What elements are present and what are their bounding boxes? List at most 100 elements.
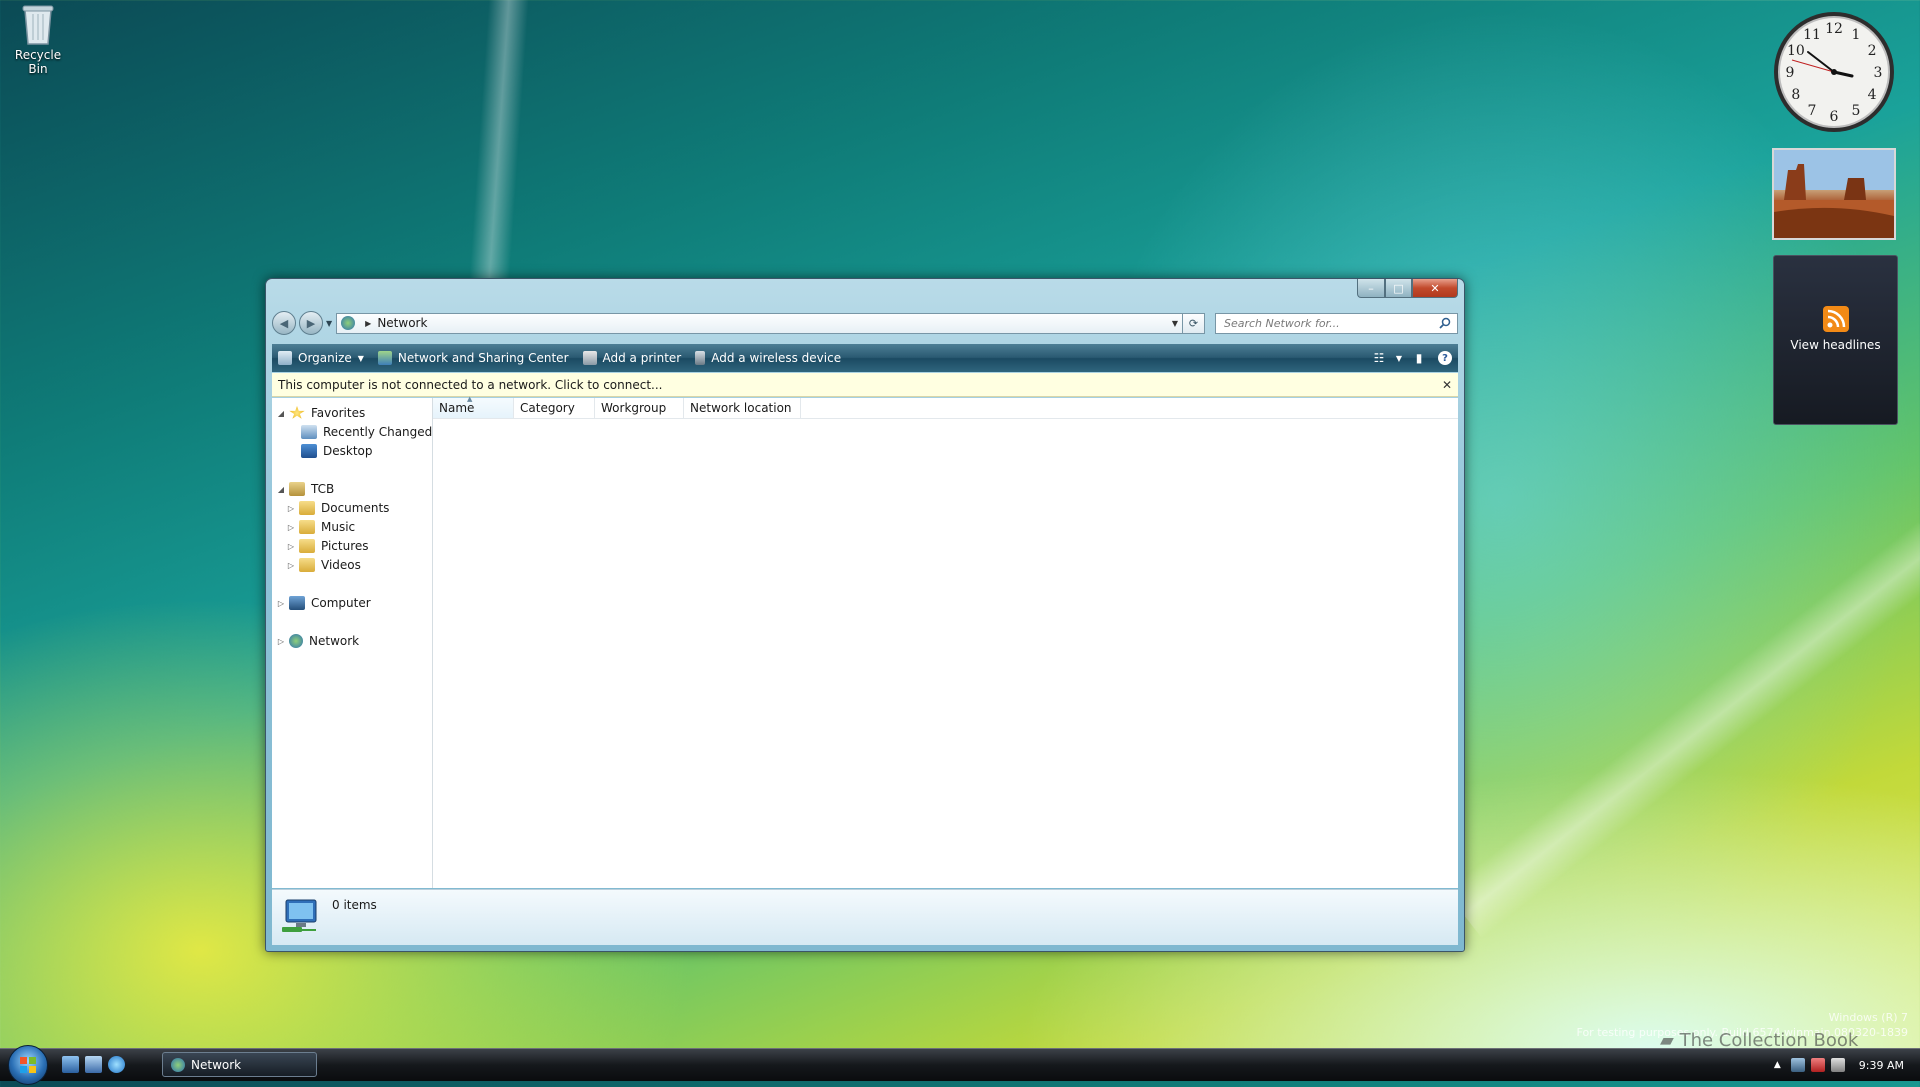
network-status-icon[interactable]: [1790, 1058, 1805, 1072]
breadcrumb-separator-icon[interactable]: ▶: [365, 319, 371, 328]
tree-item-network[interactable]: ▷ Network: [276, 634, 359, 648]
show-desktop-icon[interactable]: [62, 1056, 79, 1073]
expand-arrow-icon[interactable]: ▷: [286, 523, 296, 532]
details-pane: 0 items: [272, 889, 1458, 945]
tree-item-documents[interactable]: ▷ Documents: [286, 501, 389, 515]
address-bar[interactable]: ▶ Network ▼: [336, 312, 1183, 334]
column-header-network-location[interactable]: Network location: [684, 398, 801, 418]
view-headlines-label[interactable]: View headlines: [1774, 338, 1897, 352]
tree-item-music[interactable]: ▷ Music: [286, 520, 355, 534]
search-input[interactable]: [1222, 315, 1439, 331]
network-sharing-center-icon: [377, 351, 392, 365]
minimize-button[interactable]: –: [1357, 279, 1385, 298]
tree-item-desktop[interactable]: Desktop: [288, 444, 373, 458]
recycle-bin-label: Recycle Bin: [14, 48, 62, 76]
start-button[interactable]: [8, 1045, 48, 1085]
tree-item-videos[interactable]: ▷ Videos: [286, 558, 361, 572]
info-bar-message[interactable]: This computer is not connected to a netw…: [278, 378, 662, 392]
column-header-category[interactable]: Category: [514, 398, 595, 418]
rss-icon: [1822, 306, 1849, 332]
address-dropdown-icon[interactable]: ▼: [1172, 319, 1178, 328]
forward-button[interactable]: ▶: [299, 311, 323, 335]
views-button[interactable]: ☷: [1366, 347, 1392, 369]
help-button[interactable]: ?: [1432, 347, 1458, 369]
feed-headlines-gadget[interactable]: View headlines: [1773, 255, 1898, 425]
clock-numeral: 11: [1803, 27, 1821, 43]
preview-pane-button[interactable]: ▮: [1406, 347, 1432, 369]
tree-item-user-tcb[interactable]: ◢ TCB: [276, 482, 334, 496]
back-button[interactable]: ◀: [272, 311, 296, 335]
tree-label: Recently Changed: [323, 425, 433, 439]
action-center-icon[interactable]: [1810, 1058, 1825, 1072]
expand-arrow-icon[interactable]: ▷: [286, 542, 296, 551]
clock-numeral: 7: [1808, 103, 1817, 119]
column-label: Category: [520, 401, 575, 415]
maximize-button[interactable]: □: [1385, 279, 1412, 298]
monument-valley-image: [1774, 150, 1894, 238]
close-button[interactable]: ✕: [1412, 279, 1458, 298]
add-printer-button[interactable]: Add a printer: [577, 344, 690, 372]
slideshow-gadget[interactable]: [1772, 148, 1896, 240]
expand-arrow-icon[interactable]: ▷: [286, 561, 296, 570]
column-header-name[interactable]: ▲ Name: [433, 395, 514, 418]
tree-item-pictures[interactable]: ▷ Pictures: [286, 539, 369, 553]
add-wireless-device-button[interactable]: Add a wireless device: [689, 344, 849, 372]
network-icon: [289, 634, 303, 648]
network-and-sharing-center-button[interactable]: Network and Sharing Center: [372, 344, 577, 372]
tree-item-recently-changed[interactable]: Recently Changed: [288, 425, 432, 439]
recently-changed-icon: [301, 425, 317, 439]
close-info-bar-icon[interactable]: ✕: [1442, 378, 1452, 392]
clock-gadget[interactable]: 12 1 2 3 4 5 6 7 8 9 10 11: [1772, 10, 1896, 134]
recent-pages-dropdown-icon[interactable]: ▼: [326, 319, 332, 328]
column-header-workgroup[interactable]: Workgroup: [595, 398, 684, 418]
sort-ascending-icon: ▲: [467, 395, 473, 403]
network-icon: [171, 1057, 185, 1072]
tree-item-favorites[interactable]: ◢ Favorites: [276, 406, 365, 420]
network-large-icon: [280, 896, 320, 936]
command-bar: Organize ▼ Network and Sharing Center Ad…: [272, 344, 1458, 372]
clock-numeral: 4: [1868, 87, 1877, 103]
expand-arrow-icon[interactable]: ▷: [276, 637, 286, 646]
watermark-line: Windows (R) 7: [1828, 1011, 1908, 1024]
refresh-button[interactable]: ⟳: [1183, 312, 1205, 334]
taskbar-button-network[interactable]: Network: [162, 1052, 317, 1077]
recycle-bin-desktop-icon[interactable]: Recycle Bin: [4, 2, 72, 76]
expand-arrow-icon[interactable]: ▷: [286, 504, 296, 513]
tree-label: Computer: [311, 596, 371, 610]
forward-arrow-icon: ▶: [306, 316, 316, 330]
search-box[interactable]: [1215, 312, 1458, 334]
volume-icon[interactable]: [1830, 1058, 1845, 1072]
clock-numeral: 6: [1830, 109, 1839, 125]
navigation-pane: ◢ Favorites Recently Changed Desktop ◢ T…: [272, 398, 433, 888]
clock-numeral: 8: [1791, 87, 1800, 103]
network-info-bar[interactable]: This computer is not connected to a netw…: [272, 373, 1458, 397]
add-wireless-device-label: Add a wireless device: [711, 351, 842, 365]
tree-label: TCB: [311, 482, 335, 496]
folder-icon: [299, 520, 315, 534]
views-icon: ☷: [1373, 351, 1385, 365]
clock-numeral: 3: [1874, 65, 1883, 81]
file-list[interactable]: ▲ Name Category Workgroup Network locati…: [433, 395, 1458, 888]
breadcrumb-network[interactable]: Network: [377, 316, 427, 330]
add-printer-label: Add a printer: [602, 351, 682, 365]
item-count: 0 items: [332, 898, 377, 912]
switch-windows-icon[interactable]: [85, 1056, 102, 1073]
tree-label: Favorites: [311, 406, 366, 420]
views-dropdown-button[interactable]: ▼: [1392, 347, 1406, 369]
collapse-arrow-icon[interactable]: ◢: [276, 485, 286, 494]
search-icon[interactable]: [1439, 317, 1451, 329]
printer-icon: [582, 351, 597, 365]
expand-arrow-icon[interactable]: ▷: [276, 599, 286, 608]
close-icon: ✕: [1430, 281, 1440, 295]
collapse-arrow-icon[interactable]: ◢: [276, 409, 286, 418]
internet-explorer-icon[interactable]: [108, 1056, 125, 1073]
clock-numeral: 1: [1852, 27, 1861, 43]
desktop-icon: [301, 444, 317, 458]
tree-item-computer[interactable]: ▷ Computer: [276, 596, 371, 610]
clock-time[interactable]: 9:39 AM: [1859, 1059, 1904, 1072]
organize-button[interactable]: Organize ▼: [272, 344, 372, 372]
show-hidden-icons-icon[interactable]: ▲: [1774, 1060, 1781, 1070]
column-headers: ▲ Name Category Workgroup Network locati…: [433, 395, 1458, 419]
tree-label: Network: [309, 634, 360, 648]
chevron-down-icon: ▼: [357, 353, 364, 363]
